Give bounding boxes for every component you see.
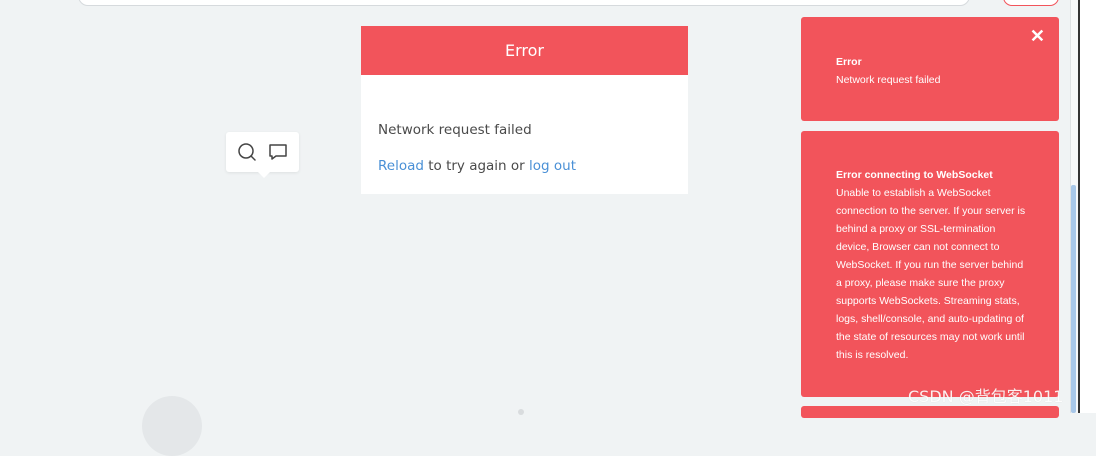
decorative-dot: [518, 409, 524, 415]
scrollbar-thumb[interactable]: [1071, 185, 1076, 413]
top-right-button[interactable]: [1003, 0, 1059, 6]
error-card-title: Error: [505, 41, 544, 60]
avatar-placeholder: [142, 396, 202, 456]
address-bar[interactable]: [78, 0, 970, 6]
toast-partial: [801, 406, 1059, 418]
toast-network-error: ✕ Error Network request failed: [801, 17, 1059, 121]
toast-title: Error: [836, 56, 862, 68]
logout-link[interactable]: log out: [529, 158, 576, 174]
error-actions: Reload to try again or log out: [378, 158, 576, 174]
comment-icon: [269, 144, 287, 160]
toast-title: Error connecting to WebSocket: [836, 169, 993, 181]
search-icon: [238, 143, 256, 161]
error-message: Network request failed: [378, 122, 532, 138]
watermark: CSDN @背包客1011: [908, 387, 1064, 406]
toast-message: Network request failed: [836, 74, 941, 86]
error-card: Error Network request failed Reload to t…: [361, 26, 688, 194]
toast-message: Unable to establish a WebSocket connecti…: [836, 187, 1026, 361]
comment-button[interactable]: [267, 141, 289, 163]
outer-margin: [1080, 0, 1096, 413]
error-actions-text: to try again or: [423, 158, 530, 174]
reload-link[interactable]: Reload: [378, 158, 424, 174]
toast-close-button[interactable]: ✕: [1030, 27, 1045, 45]
search-button[interactable]: [236, 141, 258, 163]
toast-websocket-error: Error connecting to WebSocket Unable to …: [801, 131, 1059, 397]
error-card-header: Error: [361, 26, 688, 75]
floating-toolbar: [226, 132, 299, 178]
